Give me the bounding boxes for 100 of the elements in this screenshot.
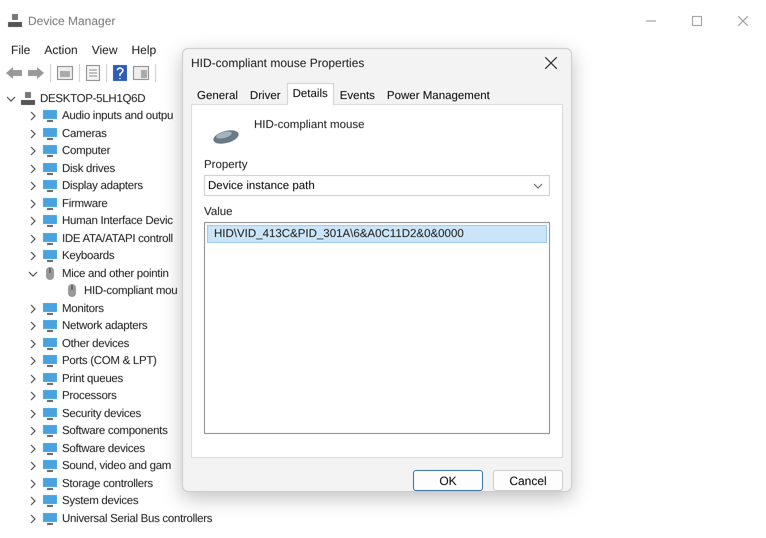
tree-item[interactable]: Software components — [62, 425, 168, 438]
tree-item[interactable]: HID-compliant mou — [84, 285, 178, 298]
tree-item[interactable]: Security devices — [62, 408, 141, 420]
tree-item[interactable]: IDE ATA/ATAPI controll — [62, 232, 173, 245]
device-icon — [42, 214, 58, 228]
close-icon — [545, 57, 557, 70]
window-icon[interactable] — [57, 66, 73, 80]
device-icon — [42, 179, 58, 194]
maximize-icon — [692, 16, 702, 26]
device-name: HID-compliant mouse — [254, 119, 365, 132]
collapsed-chevron-icon[interactable] — [28, 181, 38, 192]
tree-item[interactable]: Firmware — [62, 198, 108, 210]
window-icon[interactable] — [133, 66, 149, 80]
tree-item[interactable]: Audio inputs and outpu — [62, 110, 174, 122]
expanded-chevron-icon[interactable] — [6, 94, 16, 104]
device-icon — [42, 424, 58, 438]
tree-item[interactable]: Computer — [62, 145, 110, 158]
tree-item[interactable]: Sound, video and gam — [62, 460, 172, 472]
device-icon — [42, 389, 58, 404]
collapsed-chevron-icon[interactable] — [28, 111, 38, 122]
tree-item[interactable]: Print queues — [62, 372, 123, 385]
device-icon — [42, 144, 58, 158]
collapsed-chevron-icon[interactable] — [28, 216, 38, 226]
collapsed-chevron-icon[interactable] — [28, 374, 38, 384]
tree-item[interactable]: Disk drives — [62, 162, 115, 175]
collapsed-chevron-icon[interactable] — [28, 128, 38, 139]
device-icon — [42, 354, 58, 368]
collapsed-chevron-icon[interactable] — [28, 356, 38, 366]
tree-item[interactable]: Cameras — [62, 128, 107, 140]
tree-item[interactable]: Keyboards — [62, 250, 114, 262]
value-item[interactable]: HID\VID_413C&PID_301A\6&A0C11D2&0&0000 — [207, 225, 547, 244]
tree-item[interactable]: Storage controllers — [62, 478, 153, 490]
close-icon — [738, 16, 748, 26]
tab[interactable]: Driver — [244, 86, 287, 106]
tree-item[interactable]: Ports (COM & LPT) — [62, 355, 157, 368]
collapsed-chevron-icon[interactable] — [28, 338, 38, 349]
property-label: Property — [204, 159, 248, 172]
device-icon — [42, 109, 58, 124]
tab[interactable]: Details — [286, 83, 334, 106]
collapsed-chevron-icon[interactable] — [28, 146, 38, 156]
expanded-chevron-icon[interactable] — [28, 268, 38, 279]
tree-item[interactable]: Universal Serial Bus controllers — [62, 512, 212, 525]
device-icon — [42, 319, 58, 334]
device-icon — [42, 162, 58, 176]
value-label: Value — [204, 206, 234, 218]
device-icon — [42, 512, 58, 526]
device-icon — [42, 336, 58, 351]
property-dropdown[interactable]: Device instance path — [204, 175, 550, 196]
tab[interactable]: Power Management — [380, 86, 496, 106]
menu-item[interactable]: View — [84, 43, 124, 57]
device-icon — [42, 126, 58, 141]
collapsed-chevron-icon[interactable] — [28, 321, 38, 332]
device-icon — [42, 494, 58, 508]
collapsed-chevron-icon[interactable] — [28, 198, 38, 209]
ok-button[interactable]: OK — [413, 470, 483, 491]
tree-item[interactable]: Network adapters — [62, 320, 148, 332]
device-icon — [42, 372, 58, 386]
tree-item[interactable]: Processors — [62, 390, 117, 402]
collapsed-chevron-icon[interactable] — [28, 391, 38, 402]
chevron-down-icon — [533, 182, 543, 189]
device-icon — [42, 406, 58, 421]
collapsed-chevron-icon[interactable] — [28, 496, 38, 506]
help-icon[interactable] — [113, 65, 127, 81]
device-icon — [42, 476, 58, 491]
tree-item[interactable]: Human Interface Devic — [62, 215, 173, 228]
collapsed-chevron-icon[interactable] — [28, 251, 38, 262]
tree-item[interactable]: Monitors — [62, 302, 104, 315]
computer-icon — [20, 92, 36, 106]
forward-arrow-icon[interactable] — [28, 67, 44, 79]
collapsed-chevron-icon[interactable] — [28, 514, 38, 524]
tree-item[interactable]: Mice and other pointin — [62, 268, 169, 280]
collapsed-chevron-icon[interactable] — [28, 164, 38, 174]
collapsed-chevron-icon[interactable] — [28, 478, 38, 489]
document-icon[interactable] — [86, 65, 100, 81]
dialog-title: HID-compliant mouse Properties — [191, 56, 364, 70]
collapsed-chevron-icon[interactable] — [28, 426, 38, 436]
tree-item[interactable]: Software devices — [62, 442, 145, 455]
tab[interactable]: General — [191, 86, 244, 106]
device-icon — [42, 232, 58, 246]
device-icon — [42, 302, 58, 316]
tree-item[interactable]: System devices — [62, 495, 138, 508]
device-icon — [42, 442, 58, 456]
tree-item[interactable]: Display adapters — [62, 180, 143, 192]
device-icon — [42, 196, 58, 211]
tree-item[interactable]: DESKTOP-5LH1Q6D — [40, 92, 146, 105]
tree-item[interactable]: Other devices — [62, 338, 130, 350]
menu-item[interactable]: File — [4, 43, 38, 57]
back-arrow-icon[interactable] — [6, 67, 22, 79]
computer-icon — [8, 14, 22, 28]
tab[interactable]: Events — [334, 86, 381, 106]
window-title: Device Manager — [28, 14, 116, 28]
menu-item[interactable]: Action — [37, 43, 85, 57]
collapsed-chevron-icon[interactable] — [28, 461, 38, 472]
menu-item[interactable]: Help — [124, 43, 164, 57]
device-icon — [42, 459, 58, 474]
cancel-button[interactable]: Cancel — [493, 470, 563, 491]
collapsed-chevron-icon[interactable] — [28, 444, 38, 454]
collapsed-chevron-icon[interactable] — [28, 408, 38, 419]
collapsed-chevron-icon[interactable] — [28, 304, 38, 314]
collapsed-chevron-icon[interactable] — [28, 234, 38, 244]
